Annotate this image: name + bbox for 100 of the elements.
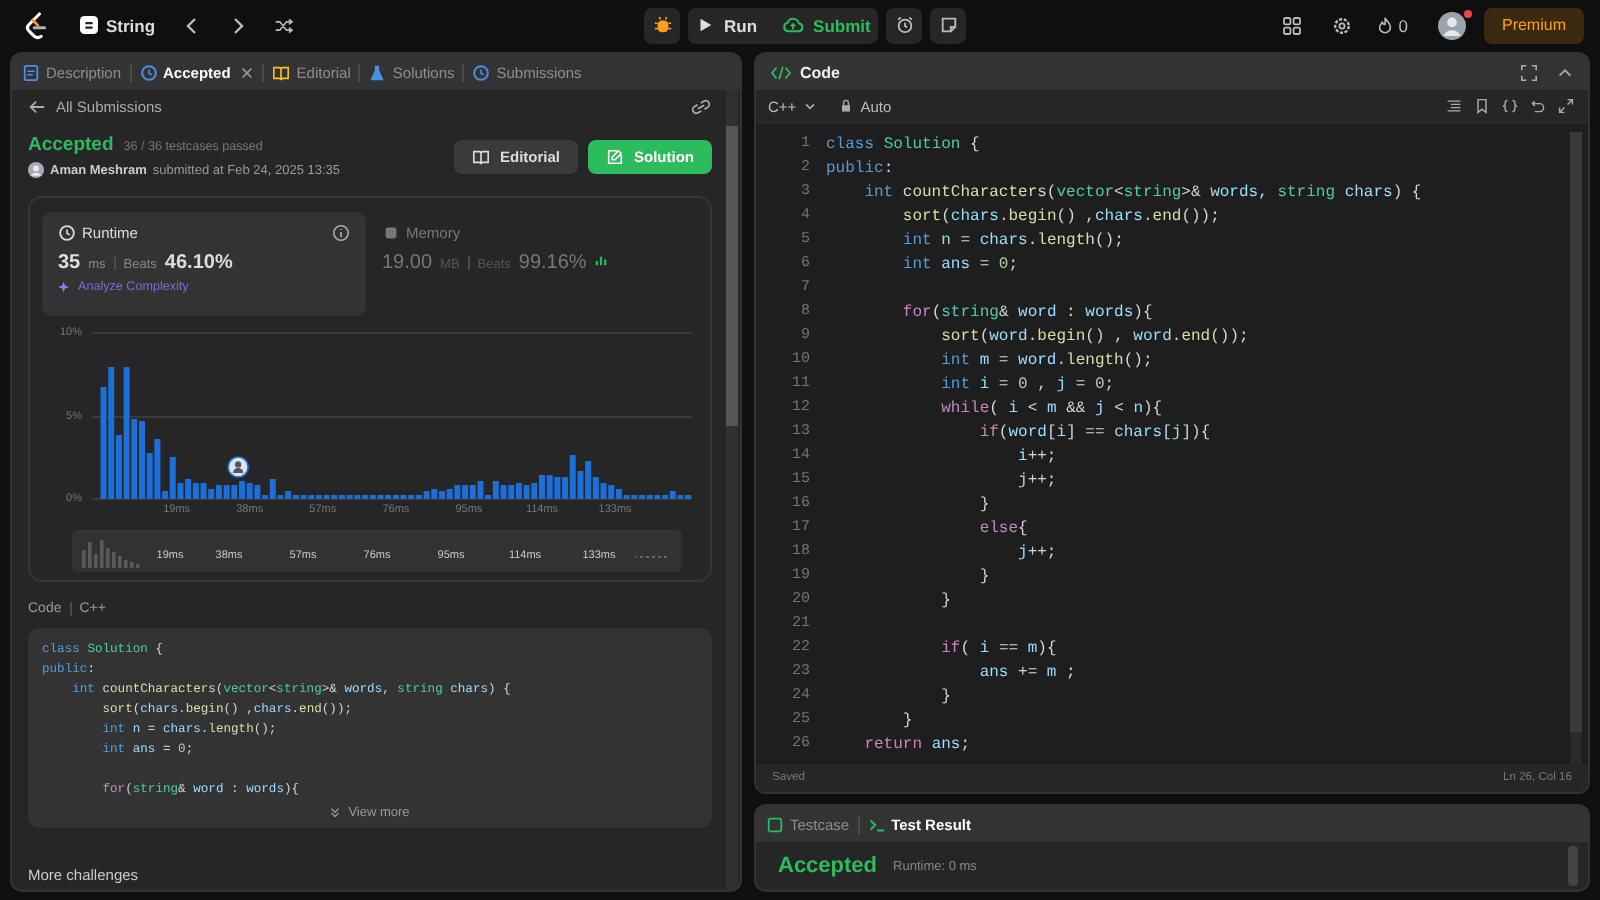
histogram-bar[interactable] (131, 419, 138, 499)
histogram-bar[interactable] (215, 485, 222, 499)
histogram-bar[interactable] (423, 491, 430, 499)
histogram-bar[interactable] (600, 483, 607, 499)
clock-icon (472, 63, 491, 81)
histogram-bar[interactable] (200, 483, 207, 499)
histogram-bar[interactable] (162, 491, 169, 499)
close-icon[interactable] (240, 65, 255, 79)
braces-icon[interactable] (1502, 98, 1518, 114)
chevron-left-icon (181, 15, 202, 35)
bookmark-icon[interactable] (1474, 98, 1490, 114)
note-icon (939, 16, 958, 34)
histogram-bar[interactable] (154, 439, 161, 499)
avatar-icon[interactable] (1437, 11, 1466, 39)
code-icon (770, 63, 792, 81)
histogram-bar[interactable] (100, 387, 107, 499)
histogram-bar[interactable] (500, 485, 507, 499)
panel-title: Code (800, 63, 840, 81)
histogram-bar[interactable] (169, 457, 176, 499)
histogram-bar[interactable] (285, 491, 292, 499)
code-line: } (977, 567, 990, 585)
notes-button[interactable] (930, 7, 967, 43)
caret-icon (802, 98, 819, 114)
histogram-bar[interactable] (523, 485, 530, 499)
code-line: } (939, 591, 951, 609)
debug-button[interactable] (644, 7, 680, 43)
expand-icon[interactable] (1558, 98, 1574, 114)
histogram-bar[interactable] (492, 481, 499, 499)
shuffle-icon (273, 15, 294, 35)
histogram-bar[interactable] (269, 479, 276, 499)
histogram-bar[interactable] (246, 483, 253, 499)
histogram-bar[interactable] (192, 483, 199, 499)
histogram-bar[interactable] (554, 477, 561, 499)
info-icon[interactable] (332, 224, 350, 242)
clock-icon (139, 63, 158, 81)
terminal-icon (867, 815, 886, 833)
histogram-bar[interactable] (208, 489, 215, 499)
histogram-bar[interactable] (531, 483, 538, 499)
metric-value: 35 (58, 252, 81, 274)
streak-counter[interactable]: 0 (1376, 15, 1408, 35)
code-line: j++; (1016, 471, 1057, 489)
document-icon (22, 63, 40, 81)
timer-button[interactable] (886, 7, 923, 43)
histogram-bar[interactable] (615, 489, 622, 499)
histogram-bar[interactable] (546, 475, 553, 499)
histogram-bar[interactable] (569, 455, 576, 499)
bar-chart-icon (594, 254, 609, 268)
run-button[interactable]: Run (696, 15, 758, 35)
histogram-bar[interactable] (254, 485, 261, 499)
histogram-bar[interactable] (508, 485, 515, 499)
histogram-bar[interactable] (562, 477, 569, 499)
histogram-bar[interactable] (577, 471, 584, 499)
code-line: } (900, 711, 913, 729)
histogram-bar[interactable] (669, 491, 676, 499)
maximize-icon[interactable] (1520, 63, 1538, 81)
histogram-bar[interactable] (446, 489, 453, 499)
code-line: class Solution { (826, 135, 980, 153)
histogram-bar[interactable] (608, 485, 615, 499)
histogram-bar[interactable] (431, 489, 438, 499)
alarm-clock-icon (895, 16, 914, 34)
settings-icon (1332, 15, 1353, 35)
histogram-bar[interactable] (469, 485, 476, 499)
edit-icon (606, 147, 624, 165)
histogram-bar[interactable] (477, 481, 484, 499)
histogram-bar[interactable] (515, 483, 522, 499)
premium-button[interactable]: Premium (1483, 7, 1584, 43)
histogram-bar[interactable] (185, 479, 192, 499)
code-line: ans += m ; (977, 663, 1076, 681)
link-icon[interactable] (690, 98, 712, 116)
histogram-bar[interactable] (462, 485, 469, 499)
histogram-bar[interactable] (223, 485, 230, 499)
flask-icon (368, 63, 387, 81)
logo-icon[interactable] (24, 11, 48, 39)
format-icon[interactable] (1446, 98, 1462, 114)
submit-button[interactable]: Submit (781, 15, 871, 35)
histogram-bar[interactable] (592, 477, 599, 499)
histogram-bar[interactable] (108, 367, 115, 499)
histogram-bar[interactable] (585, 461, 592, 499)
histogram-bar[interactable] (231, 485, 238, 499)
histogram-bar[interactable] (146, 453, 153, 499)
clock-icon (58, 224, 76, 242)
book-icon (471, 147, 490, 165)
scrollbar[interactable] (726, 90, 738, 890)
code-line: int m = word.length(); (939, 351, 1153, 369)
histogram-bar[interactable] (454, 485, 461, 499)
user-avatar-icon (28, 162, 44, 178)
code-line: } (977, 495, 990, 513)
code-line: sort(word.begin() , word.end()); (939, 327, 1249, 345)
avatar-icon (227, 456, 249, 478)
histogram-bar[interactable] (177, 483, 184, 499)
problem-list-button[interactable]: String (74, 11, 162, 39)
histogram-bar[interactable] (123, 367, 130, 499)
undo-icon[interactable] (1530, 98, 1546, 114)
scrollbar[interactable] (1568, 846, 1578, 886)
scrollbar[interactable] (1570, 132, 1582, 764)
code-line: int n = chars.length(); (900, 231, 1124, 249)
code-line: int i = 0 , j = 0; (939, 375, 1115, 393)
code-line: for(string& word : words){ (900, 303, 1153, 321)
histogram-bar[interactable] (115, 435, 122, 499)
code-line: int ans = 0; (900, 255, 1019, 273)
